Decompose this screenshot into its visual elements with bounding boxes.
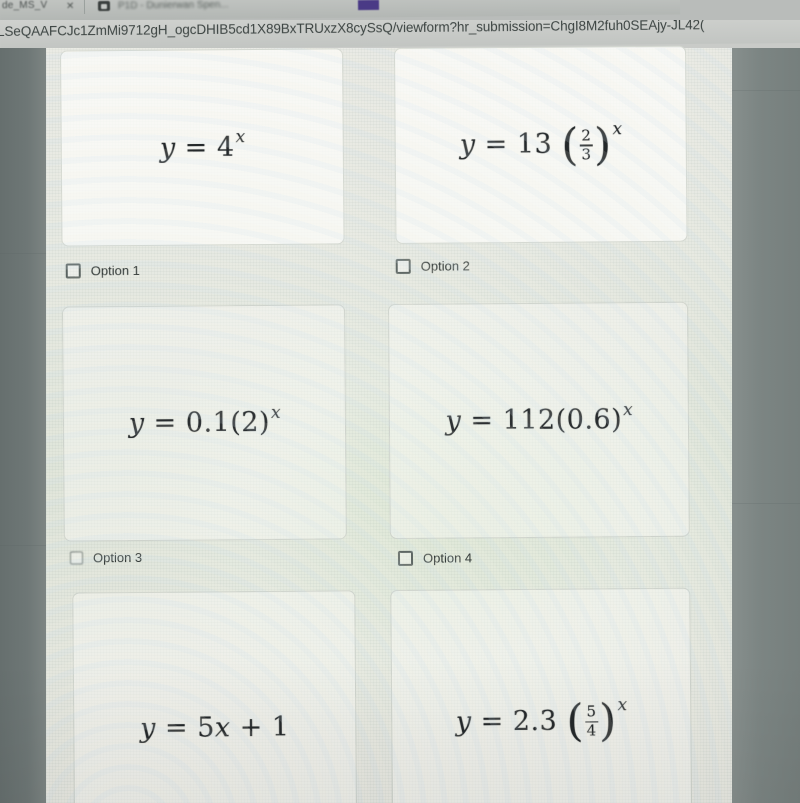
google-form-page: y = 4x y = 13 (23)x Option 1 Option 2	[46, 45, 732, 803]
equation-card-option-1[interactable]: y = 4x	[60, 48, 345, 247]
equation-option-6: y = 2.3 (5 4) x	[455, 695, 628, 748]
equation-option-1: y = 4x	[159, 127, 246, 164]
option-row-4[interactable]: Option 4	[397, 550, 473, 566]
equation-option-4: y = 112(0.6) x	[445, 399, 634, 437]
checkbox-option-3[interactable]	[69, 551, 84, 565]
purple-indicator	[357, 0, 380, 11]
option-3-label: Option 3	[92, 549, 143, 566]
equation-card-option-6[interactable]: y = 2.3 (5 4) x	[390, 587, 693, 803]
equation-card-option-2[interactable]: y = 13 (2 3) x	[393, 45, 688, 244]
option-2-label: Option 2	[420, 258, 470, 274]
bezel-seam	[732, 503, 800, 504]
option-row-1[interactable]: Option 1	[65, 262, 140, 279]
option-4-label: Option 4	[422, 550, 473, 566]
form-question-grid: y = 4x y = 13 (23)x Option 1 Option 2	[46, 45, 738, 803]
browser-tab-2-title[interactable]: P1D - Dunierwan Spen...	[118, 0, 229, 12]
equation-option-3: y = 0.1(2) x	[128, 402, 282, 440]
option-row-2[interactable]: Option 2	[395, 258, 470, 274]
screen-bezel-right	[732, 48, 800, 803]
checkbox-option-2[interactable]	[395, 258, 411, 274]
screen-bezel-left	[0, 48, 46, 803]
bezel-seam	[732, 90, 800, 91]
checkbox-option-4[interactable]	[397, 550, 414, 566]
bezel-seam	[0, 253, 46, 254]
browser-tab-strip: de_MS_V ✕ P1D - Dunierwan Spen...	[0, 0, 800, 22]
equation-card-option-5[interactable]: y = 5x + 1	[72, 590, 358, 803]
option-1-label: Option 1	[90, 262, 140, 279]
equation-option-5: y = 5x + 1	[139, 711, 290, 744]
document-icon	[97, 0, 111, 12]
tab-divider	[83, 0, 86, 15]
equation-card-option-4[interactable]: y = 112(0.6) x	[388, 301, 690, 540]
equation-card-option-3[interactable]: y = 0.1(2) x	[62, 304, 347, 542]
close-icon[interactable]: ✕	[66, 1, 75, 12]
option-row-3[interactable]: Option 3	[69, 549, 143, 566]
laptop-screen-photo: de_MS_V ✕ P1D - Dunierwan Spen... LSeQAA…	[0, 0, 800, 803]
equation-option-2: y = 13 (2 3) x	[459, 119, 623, 171]
bezel-seam	[0, 545, 46, 546]
checkbox-option-1[interactable]	[65, 263, 81, 279]
browser-tab-1-title[interactable]: de_MS_V	[2, 0, 47, 11]
address-bar[interactable]: LSeQAAFCJc1ZmMi9712gH_ogcDHIB5cd1X89BxTR…	[0, 20, 800, 48]
